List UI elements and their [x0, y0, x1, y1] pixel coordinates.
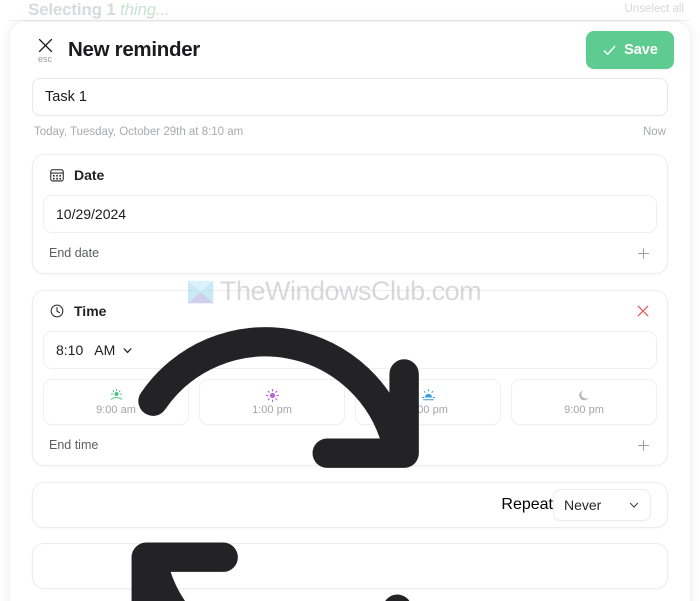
- time-preset-label: 9:00 pm: [564, 404, 604, 416]
- date-card-label: Date: [74, 167, 105, 183]
- add-end-date-row[interactable]: End date: [43, 233, 657, 273]
- time-card-label: Time: [74, 303, 107, 319]
- new-reminder-dialog: esc New reminder Save Today, Tuesday, Oc…: [10, 22, 690, 601]
- save-button[interactable]: Save: [586, 31, 674, 69]
- date-input[interactable]: [43, 195, 657, 233]
- moon-icon: [578, 390, 589, 401]
- plus-icon: [638, 247, 649, 259]
- check-icon: [603, 45, 616, 55]
- end-date-label: End date: [49, 246, 100, 260]
- dialog-header: esc New reminder Save: [10, 22, 690, 78]
- time-card-header: Time: [43, 291, 657, 331]
- repeat-frequency-select[interactable]: Never: [553, 489, 651, 521]
- selecting-status-emphasis: thing...: [120, 0, 170, 19]
- selecting-status: Selecting 1 thing...: [28, 0, 170, 20]
- chevron-down-icon: [629, 502, 639, 508]
- close-dialog-button[interactable]: esc: [32, 37, 58, 64]
- page-title: New reminder: [68, 38, 200, 61]
- clock-icon: [50, 304, 64, 318]
- dialog-body: Today, Tuesday, October 29th at 8:10 am …: [10, 78, 690, 601]
- plus-icon: [638, 439, 649, 451]
- background-divider: [10, 20, 690, 21]
- selecting-status-text: Selecting 1: [28, 0, 121, 19]
- close-x-icon: [38, 38, 52, 52]
- save-button-label: Save: [624, 42, 658, 58]
- calendar-icon: [50, 169, 64, 182]
- time-preset-night[interactable]: 9:00 pm: [511, 379, 657, 425]
- set-now-button[interactable]: Now: [643, 126, 666, 138]
- repeat-frequency-value: Never: [564, 497, 602, 513]
- date-card-header: Date: [43, 155, 657, 195]
- unselect-all-button[interactable]: Unselect all: [625, 3, 684, 15]
- esc-hint-label: esc: [37, 53, 52, 64]
- reminder-meta-row: Today, Tuesday, October 29th at 8:10 am …: [32, 116, 668, 138]
- repeat-card: Repeat Never: [32, 326, 668, 601]
- date-card: Date End date: [32, 154, 668, 274]
- reminder-datetime-summary: Today, Tuesday, October 29th at 8:10 am: [34, 126, 244, 138]
- repeat-card-label: Repeat: [501, 496, 553, 513]
- reminder-title-input[interactable]: [32, 78, 668, 116]
- remove-time-button[interactable]: [635, 303, 651, 319]
